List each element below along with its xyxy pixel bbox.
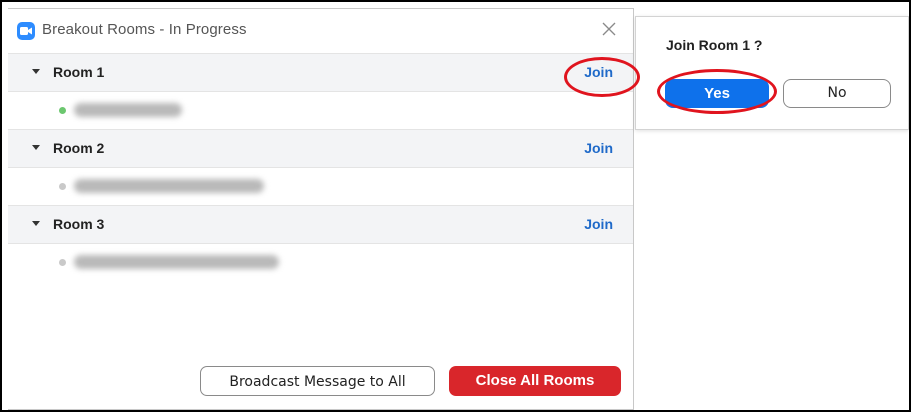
zoom-camera-icon xyxy=(17,22,35,40)
online-status-icon xyxy=(59,107,66,114)
broadcast-message-button[interactable]: Broadcast Message to All xyxy=(200,366,435,396)
no-button[interactable]: No xyxy=(783,79,891,108)
blurred-participant-name xyxy=(74,103,182,117)
room-row-2[interactable]: Room 2 Join xyxy=(8,129,633,168)
room-name: Room 2 xyxy=(53,140,105,156)
join-room-2-link[interactable]: Join xyxy=(584,140,613,156)
breakout-rooms-window: Breakout Rooms - In Progress Room 1 Join… xyxy=(8,8,634,410)
blurred-participant-name xyxy=(74,255,279,269)
yes-button[interactable]: Yes xyxy=(665,79,769,108)
join-room-1-link[interactable]: Join xyxy=(584,64,613,80)
participant-row xyxy=(8,92,633,129)
footer-actions: Broadcast Message to All Close All Rooms xyxy=(8,363,633,397)
offline-status-icon xyxy=(59,259,66,266)
title-bar: Breakout Rooms - In Progress xyxy=(8,9,633,54)
room-row-1[interactable]: Room 1 Join xyxy=(8,53,633,92)
close-icon[interactable] xyxy=(599,19,619,39)
close-all-rooms-button[interactable]: Close All Rooms xyxy=(449,366,621,396)
participant-row xyxy=(8,168,633,205)
caret-down-icon[interactable] xyxy=(32,69,40,74)
room-name: Room 1 xyxy=(53,64,105,80)
join-room-dialog: Join Room 1 ? Yes No xyxy=(635,16,909,130)
dialog-question: Join Room 1 ? xyxy=(666,37,763,53)
participant-row xyxy=(8,244,633,281)
caret-down-icon[interactable] xyxy=(32,221,40,226)
room-row-3[interactable]: Room 3 Join xyxy=(8,205,633,244)
join-room-3-link[interactable]: Join xyxy=(584,216,613,232)
caret-down-icon[interactable] xyxy=(32,145,40,150)
window-title: Breakout Rooms - In Progress xyxy=(42,21,247,38)
room-name: Room 3 xyxy=(53,216,105,232)
offline-status-icon xyxy=(59,183,66,190)
blurred-participant-name xyxy=(74,179,264,193)
